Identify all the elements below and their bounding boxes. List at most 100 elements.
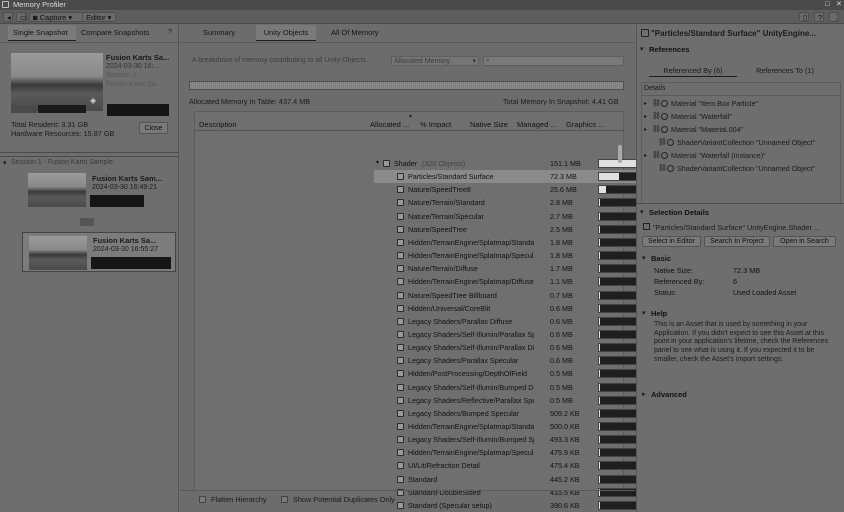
- chevron-down-icon[interactable]: ▾: [3, 159, 7, 167]
- reference-label: ShaderVariantCollection "Unnamed Object": [677, 138, 816, 147]
- tab-unity-objects[interactable]: Unity Objects: [256, 25, 316, 41]
- shader-icon: [397, 501, 404, 509]
- capture-button[interactable]: ◙ Capture ▾: [29, 12, 85, 22]
- col-native-size[interactable]: Native Size: [470, 120, 508, 129]
- reference-item[interactable]: ▸ ⛓ Material "Item Box Particle": [642, 98, 840, 110]
- title-bar: Memory Profiler □ ✕: [0, 0, 844, 10]
- snapshot-thumbnail: [29, 236, 87, 270]
- tab-referenced-by[interactable]: Referenced By (6): [649, 65, 737, 77]
- open-in-search-button[interactable]: Open in Search: [773, 236, 836, 247]
- col-graphics[interactable]: Graphics ...: [566, 120, 604, 129]
- chevron-right-icon[interactable]: ▸: [644, 150, 647, 162]
- tab-all-of-memory[interactable]: All Of Memory: [326, 25, 386, 41]
- row-description: Legacy Shaders/Reflective/Parallax Spec: [408, 395, 534, 405]
- redacted-area: [80, 218, 94, 226]
- memory-bar: [189, 81, 624, 90]
- chevron-right-icon[interactable]: ▸: [644, 124, 647, 136]
- tab-summary[interactable]: Summary: [198, 25, 238, 41]
- session-header: Session 1 - Fusion Karts Sample: [11, 159, 113, 166]
- col-description[interactable]: Description: [199, 120, 237, 129]
- help-icon[interactable]: ?: [168, 29, 172, 36]
- tab-compare-snapshots[interactable]: Compare Snapshots: [76, 25, 156, 41]
- tab-references-to[interactable]: References To (1): [741, 65, 829, 77]
- material-icon: [667, 139, 674, 146]
- close-button[interactable]: Close: [139, 122, 168, 134]
- row-allocated: 445.2 KB: [550, 474, 580, 484]
- reference-item[interactable]: ▸ ⛓ Material "Waterfall": [642, 111, 840, 123]
- link-icon: ⛓: [652, 113, 661, 120]
- snapshot-project: Fusion Karts Sa...: [106, 81, 162, 88]
- search-input[interactable]: ⌕: [483, 56, 624, 66]
- chevron-right-icon[interactable]: ▸: [644, 98, 647, 110]
- camera-icon: ◙: [33, 13, 40, 22]
- breakdown-text: A breakdown of memory contributing to al…: [192, 57, 368, 64]
- shader-icon: [643, 223, 650, 230]
- unity-logo-icon: ◈: [90, 96, 97, 105]
- row-allocated: 2.7 MB: [550, 211, 573, 221]
- reference-item[interactable]: ⛓ ShaderVariantCollection "Unnamed Object…: [642, 163, 840, 175]
- shader-icon: [397, 462, 404, 470]
- chevron-down-icon[interactable]: ▾: [642, 254, 646, 262]
- right-panel: "Particles/Standard Surface" UnityEngine…: [636, 25, 844, 512]
- material-icon: [661, 113, 668, 120]
- window-title: Memory Profiler: [13, 0, 66, 9]
- help-icon[interactable]: ?: [814, 12, 824, 22]
- row-count: (320 Objects): [422, 159, 466, 168]
- row-description: Legacy Shaders/Parallax Specular: [408, 356, 519, 366]
- snapshot-list-item-selected[interactable]: Fusion Karts Sa... 2024-03-30 16:55:27: [22, 232, 176, 272]
- reference-label: Material "Item Box Particle": [671, 99, 758, 108]
- row-allocated: 0.6 MB: [550, 303, 573, 313]
- toolbar: ◂ ▭ ◙ Capture ▾ Editor ▾ ▯ ? ⋮: [0, 10, 844, 24]
- row-allocated: 1.7 MB: [550, 264, 573, 274]
- close-icon[interactable]: ✕: [836, 0, 842, 10]
- shader-icon: [397, 423, 404, 430]
- flatten-checkbox[interactable]: [199, 496, 206, 503]
- snapshot-thumbnail: [28, 173, 86, 207]
- chevron-down-icon[interactable]: ▾: [376, 157, 379, 170]
- scrollbar-thumb[interactable]: [618, 145, 622, 163]
- maximize-icon[interactable]: □: [825, 0, 829, 10]
- shader-icon: [397, 212, 404, 220]
- editor-dropdown[interactable]: Editor ▾: [82, 12, 116, 22]
- snapshot-date: 2024-03-30 16:...: [106, 63, 160, 70]
- help-text: This is an Asset that is used by somethi…: [654, 321, 829, 363]
- chevron-right-icon[interactable]: ▸: [642, 390, 646, 398]
- reference-item[interactable]: ▸ ⛓ Material "Waterfall (Instance)": [642, 150, 840, 162]
- col-managed[interactable]: Managed ...: [517, 120, 557, 129]
- tab-single-snapshot[interactable]: Single Snapshot: [8, 25, 76, 41]
- col-impact[interactable]: % Impact: [420, 120, 451, 129]
- back-icon[interactable]: ◂: [3, 12, 13, 22]
- reference-item[interactable]: ▸ ⛓ Material "Material.004": [642, 124, 840, 136]
- row-description: Hidden/Universal/CoreBlit: [408, 303, 491, 313]
- chevron-down-icon[interactable]: ▾: [642, 309, 646, 317]
- import-icon[interactable]: ▭: [16, 12, 27, 22]
- allocated-in-table: Allocated Memory In Table: 437.4 MB: [189, 97, 311, 106]
- row-allocated: 0.6 MB: [550, 343, 573, 353]
- row-description: Hidden/TerrainEngine/Splatmap/Specular: [408, 251, 534, 261]
- row-description: Nature/Terrain/Standard: [408, 198, 485, 208]
- shader-icon: [397, 449, 404, 457]
- native-size-label: Native Size:: [654, 266, 693, 275]
- row-description: Hidden/TerrainEngine/Splatmap/Standard: [408, 237, 534, 247]
- left-panel: Single Snapshot Compare Snapshots ? Fusi…: [0, 25, 179, 512]
- chevron-down-icon[interactable]: ▾: [640, 208, 644, 216]
- panel-toggle-icon[interactable]: ▯: [799, 12, 809, 22]
- row-description: Nature/Terrain/Specular: [408, 211, 484, 221]
- reference-label: ShaderVariantCollection "Unnamed Object": [677, 164, 816, 173]
- duplicates-checkbox[interactable]: [281, 496, 288, 503]
- references-header: References: [649, 45, 690, 54]
- memory-type-dropdown[interactable]: Allocated Memory ▾: [391, 56, 479, 66]
- row-allocated: 0.6 MB: [550, 356, 573, 366]
- shader-icon: [397, 304, 404, 312]
- native-size-value: 72.3 MB: [733, 266, 761, 275]
- menu-icon[interactable]: ⋮: [829, 12, 841, 22]
- select-in-editor-button[interactable]: Select in Editor: [642, 236, 701, 247]
- chevron-right-icon[interactable]: ▸: [644, 111, 647, 123]
- reference-item[interactable]: ⛓ ShaderVariantCollection "Unnamed Object…: [642, 137, 840, 149]
- search-in-project-button[interactable]: Search In Project: [704, 236, 770, 247]
- link-icon: ⛓: [658, 139, 667, 146]
- link-icon: ⛓: [652, 100, 661, 107]
- chevron-down-icon[interactable]: ▾: [640, 45, 644, 53]
- col-allocated[interactable]: Allocated ...: [370, 120, 409, 129]
- row-allocated: 2.5 MB: [550, 224, 573, 234]
